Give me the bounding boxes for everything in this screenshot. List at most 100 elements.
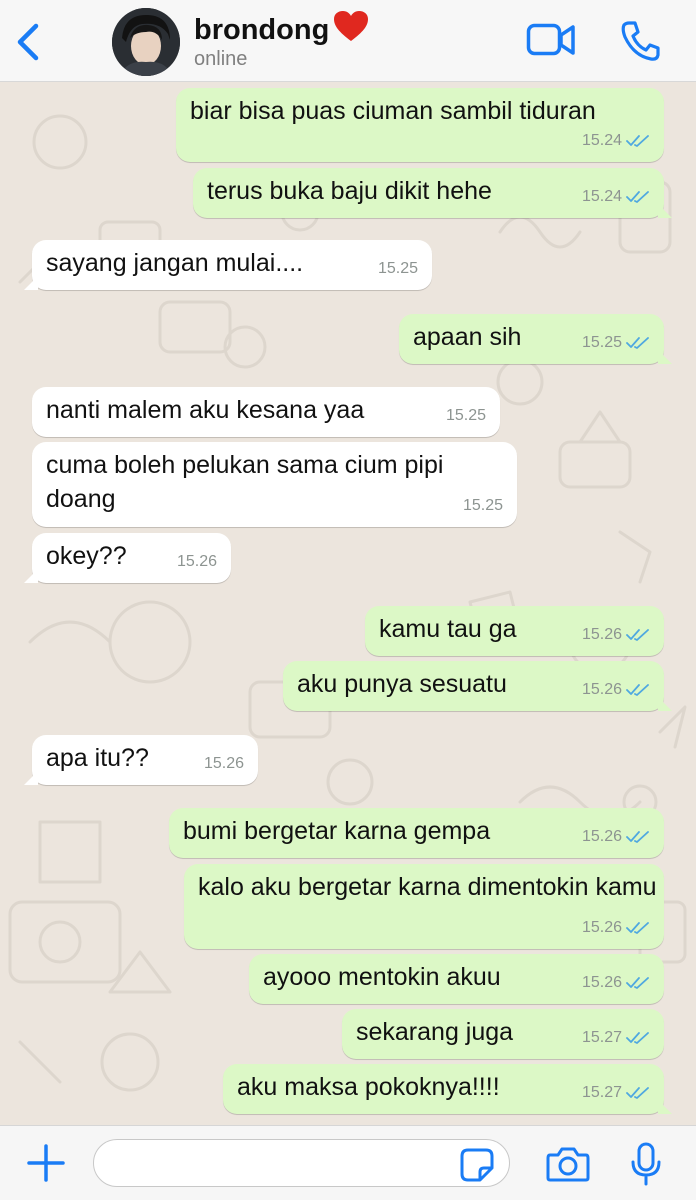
outgoing-message[interactable]: apaan sih 15.25 xyxy=(399,314,672,364)
sticker-button[interactable] xyxy=(460,1148,494,1182)
video-camera-icon xyxy=(526,23,575,56)
bubble-tail xyxy=(658,350,672,364)
plus-icon xyxy=(27,1144,65,1182)
outgoing-message[interactable]: terus buka baju dikit hehe 15.24 xyxy=(193,168,672,218)
contact-name-text: brondong xyxy=(194,14,330,46)
message-time: 15.26 xyxy=(581,974,622,991)
message-time: 15.26 xyxy=(176,553,217,570)
incoming-message[interactable]: apa itu?? 15.26 xyxy=(24,735,258,785)
message-text: kalo aku bergetar karna dimentokin kamu xyxy=(198,873,657,901)
message-meta: 15.25 xyxy=(378,252,418,286)
message-list[interactable]: biar bisa puas ciuman sambil tiduran 15.… xyxy=(0,82,696,1125)
contact-status: online xyxy=(194,48,248,70)
message-text: okey?? xyxy=(46,542,127,570)
message-text: kamu tau ga xyxy=(379,615,517,643)
red-heart-icon xyxy=(333,10,369,50)
outgoing-message[interactable]: bumi bergetar karna gempa 15.26 xyxy=(169,808,664,858)
bubble-tail xyxy=(24,276,38,290)
double-check-icon xyxy=(626,1087,649,1099)
message-meta: 15.25 xyxy=(446,399,486,433)
message-text: aku maksa pokoknya!!!! xyxy=(237,1073,500,1101)
bubble-tail xyxy=(24,771,38,785)
message-text: apaan sih xyxy=(413,323,522,351)
double-check-icon xyxy=(626,629,649,641)
double-check-icon xyxy=(626,1032,649,1044)
message-meta: 15.27 xyxy=(582,1076,650,1110)
message-meta: 15.26 xyxy=(582,618,650,652)
message-text: apa itu?? xyxy=(46,744,149,772)
outgoing-message[interactable]: aku maksa pokoknya!!!! 15.27 xyxy=(223,1064,672,1114)
message-time: 15.25 xyxy=(462,497,503,514)
sticker-icon xyxy=(460,1148,494,1182)
microphone-icon xyxy=(631,1142,661,1186)
double-check-icon xyxy=(626,831,649,843)
voice-call-button[interactable] xyxy=(620,20,660,62)
message-time: 15.25 xyxy=(445,407,486,424)
message-text: nanti malem aku kesana yaa xyxy=(46,396,365,424)
message-time: 15.26 xyxy=(581,919,622,936)
message-meta: 15.26 xyxy=(582,911,650,945)
message-time: 15.26 xyxy=(581,626,622,643)
bubble-tail xyxy=(24,569,38,583)
message-meta: 15.24 xyxy=(582,180,650,214)
message-text: cuma boleh pelukan sama cium pipi doang xyxy=(46,451,444,513)
message-time: 15.26 xyxy=(581,681,622,698)
message-text: terus buka baju dikit hehe xyxy=(207,177,492,205)
contact-avatar[interactable] xyxy=(112,8,180,76)
double-check-icon xyxy=(626,337,649,349)
message-time: 15.25 xyxy=(377,260,418,277)
double-check-icon xyxy=(626,684,649,696)
message-meta: 15.26 xyxy=(582,820,650,854)
message-text: biar bisa puas ciuman sambil tiduran xyxy=(190,97,596,125)
chevron-left-icon xyxy=(17,23,39,61)
outgoing-message[interactable]: kamu tau ga 15.26 xyxy=(365,606,664,656)
message-meta: 15.26 xyxy=(177,545,217,579)
double-check-icon xyxy=(626,922,649,934)
message-time: 15.26 xyxy=(203,755,244,772)
message-time: 15.27 xyxy=(581,1084,622,1101)
message-meta: 15.26 xyxy=(582,673,650,707)
camera-icon xyxy=(546,1147,590,1182)
incoming-message[interactable]: cuma boleh pelukan sama cium pipi doang … xyxy=(32,442,517,527)
message-meta: 15.24 xyxy=(582,124,650,158)
double-check-icon xyxy=(626,191,649,203)
bubble-tail xyxy=(658,1100,672,1114)
back-button[interactable] xyxy=(14,22,44,62)
phone-icon xyxy=(621,21,660,61)
microphone-button[interactable] xyxy=(630,1142,662,1186)
outgoing-message[interactable]: biar bisa puas ciuman sambil tiduran 15.… xyxy=(176,88,664,162)
message-meta: 15.26 xyxy=(582,966,650,1000)
composer-bar xyxy=(0,1125,696,1200)
message-time: 15.27 xyxy=(581,1029,622,1046)
message-time: 15.25 xyxy=(581,334,622,351)
camera-button[interactable] xyxy=(546,1145,590,1183)
bubble-tail xyxy=(658,697,672,711)
message-text: sekarang juga xyxy=(356,1018,514,1046)
message-time: 15.26 xyxy=(581,828,622,845)
incoming-message[interactable]: okey?? 15.26 xyxy=(24,533,231,583)
chat-header: brondong online xyxy=(0,0,696,82)
message-text: sayang jangan mulai.... xyxy=(46,249,304,277)
outgoing-message[interactable]: ayooo mentokin akuu 15.26 xyxy=(249,954,664,1004)
double-check-icon xyxy=(626,135,649,147)
incoming-message[interactable]: nanti malem aku kesana yaa 15.25 xyxy=(32,387,500,437)
outgoing-message[interactable]: sekarang juga 15.27 xyxy=(342,1009,664,1059)
message-time: 15.24 xyxy=(581,188,622,205)
bubble-tail xyxy=(658,204,672,218)
message-meta: 15.27 xyxy=(582,1021,650,1055)
message-meta: 15.26 xyxy=(204,747,244,781)
contact-name[interactable]: brondong xyxy=(194,10,369,50)
message-text: aku punya sesuatu xyxy=(297,670,507,698)
message-meta: 15.25 xyxy=(582,326,650,360)
outgoing-message[interactable]: kalo aku bergetar karna dimentokin kamu … xyxy=(184,864,664,949)
message-input[interactable] xyxy=(93,1139,510,1187)
double-check-icon xyxy=(626,977,649,989)
message-text: ayooo mentokin akuu xyxy=(263,963,501,991)
attach-button[interactable] xyxy=(26,1143,66,1183)
message-time: 15.24 xyxy=(581,132,622,149)
incoming-message[interactable]: sayang jangan mulai.... 15.25 xyxy=(24,240,432,290)
message-text: bumi bergetar karna gempa xyxy=(183,817,491,845)
outgoing-message[interactable]: aku punya sesuatu 15.26 xyxy=(283,661,672,711)
message-meta: 15.25 xyxy=(463,489,503,523)
video-call-button[interactable] xyxy=(526,22,576,58)
